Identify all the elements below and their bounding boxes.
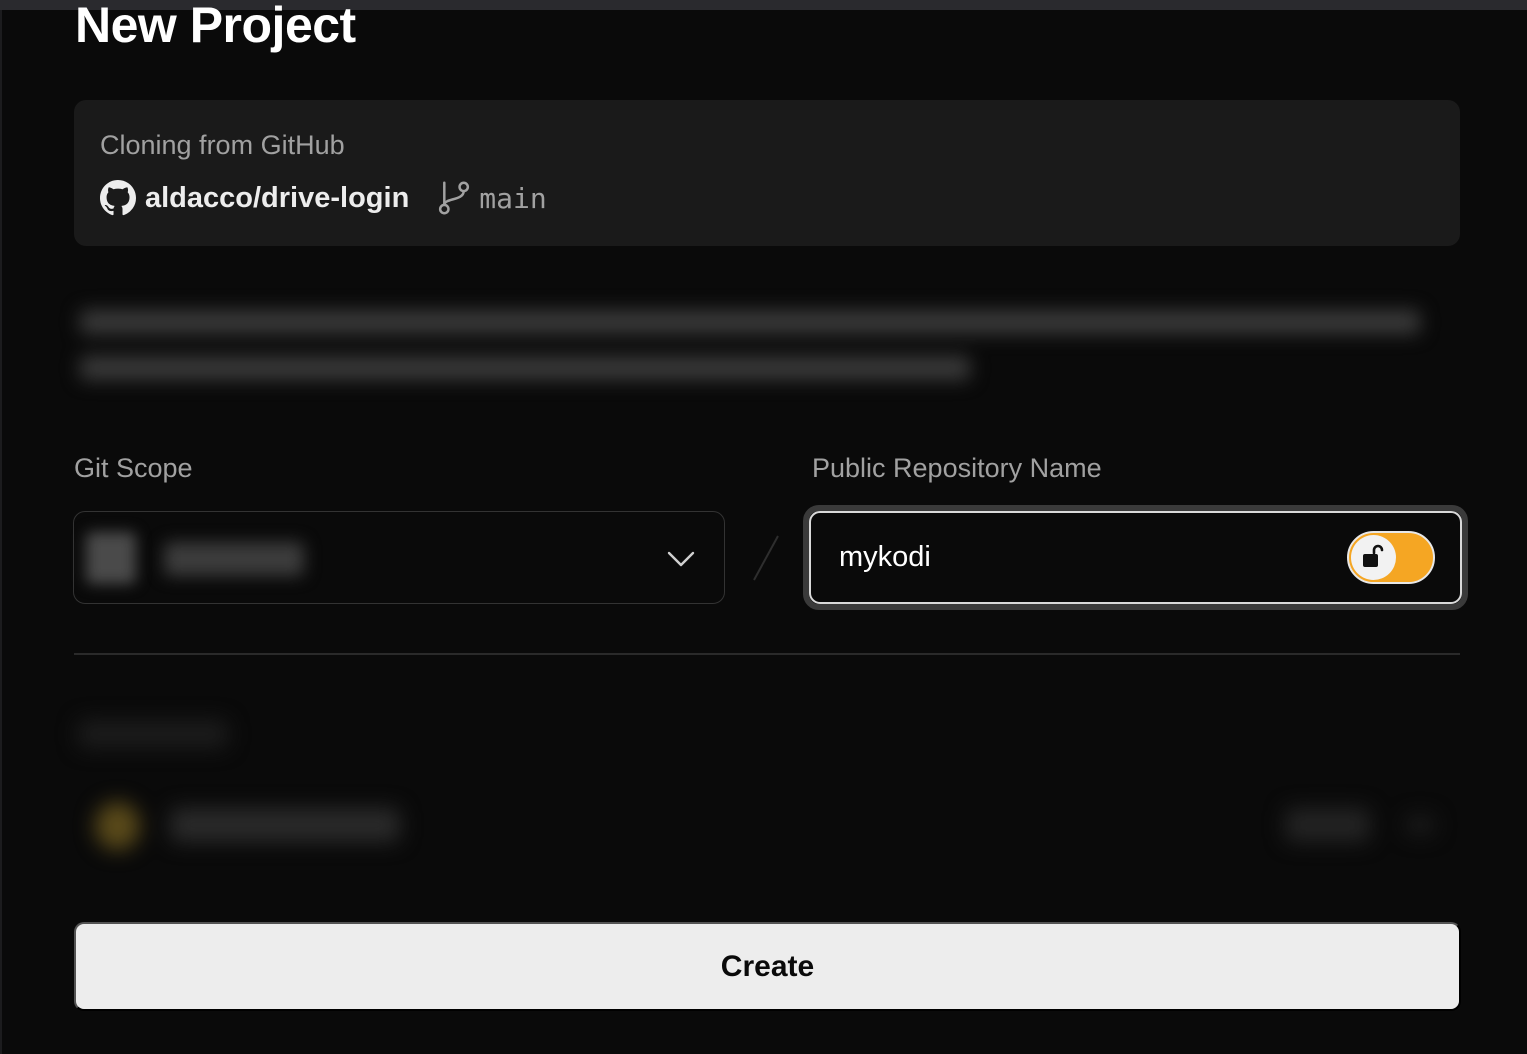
unlock-icon xyxy=(1359,543,1387,571)
repo-name: aldacco/drive-login xyxy=(145,181,410,214)
toggle-knob xyxy=(1351,535,1396,580)
visibility-toggle[interactable] xyxy=(1347,531,1435,584)
create-button[interactable]: Create xyxy=(74,922,1461,1011)
redacted-settings-section xyxy=(60,690,1460,890)
window-left-edge xyxy=(0,10,2,1054)
github-icon xyxy=(100,180,136,216)
redacted-description xyxy=(70,288,1440,398)
clone-source-row: aldacco/drive-login main xyxy=(100,180,547,216)
clone-source-card: Cloning from GitHub aldacco/drive-login … xyxy=(74,100,1460,246)
section-divider xyxy=(74,653,1460,655)
scope-name-redacted xyxy=(164,542,304,576)
branch-name: main xyxy=(479,181,547,215)
git-scope-select[interactable] xyxy=(73,511,725,604)
repository-name-label: Public Repository Name xyxy=(812,453,1102,483)
page-title: New Project xyxy=(75,0,356,53)
git-scope-label: Git Scope xyxy=(74,453,193,483)
chevron-down-icon xyxy=(666,544,696,574)
scope-avatar xyxy=(86,532,136,584)
git-branch-icon xyxy=(437,180,471,216)
repository-name-focus-ring: mykodi xyxy=(803,505,1468,610)
repository-name-value: mykodi xyxy=(839,541,931,573)
scope-separator xyxy=(750,534,782,582)
clone-source-label: Cloning from GitHub xyxy=(100,130,345,160)
repository-name-input[interactable]: mykodi xyxy=(809,511,1462,604)
